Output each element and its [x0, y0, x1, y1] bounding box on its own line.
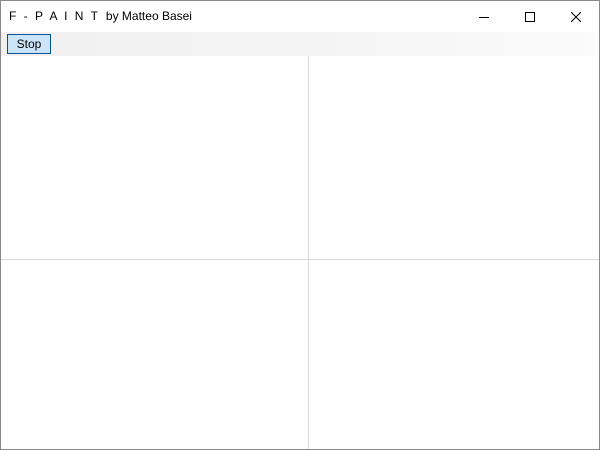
canvas-area: [1, 56, 599, 449]
canvas-pane-bottom-right[interactable]: [309, 260, 599, 449]
window-title: F - P A I N T by Matteo Basei: [9, 9, 192, 23]
canvas-pane-top-left[interactable]: [1, 56, 309, 260]
toolbar: Stop: [1, 32, 599, 56]
close-button[interactable]: [553, 1, 599, 32]
maximize-icon: [525, 11, 535, 22]
minimize-button[interactable]: [461, 1, 507, 32]
app-name: F - P A I N T: [9, 9, 100, 23]
title-bar[interactable]: F - P A I N T by Matteo Basei: [1, 1, 599, 32]
canvas-pane-bottom-left[interactable]: [1, 260, 309, 449]
app-window: F - P A I N T by Matteo Basei Stop: [0, 0, 600, 450]
canvas-pane-top-right[interactable]: [309, 56, 599, 260]
app-author: by Matteo Basei: [105, 9, 192, 23]
minimize-icon: [479, 16, 489, 18]
stop-button[interactable]: Stop: [7, 34, 51, 54]
close-icon: [571, 11, 581, 22]
maximize-button[interactable]: [507, 1, 553, 32]
